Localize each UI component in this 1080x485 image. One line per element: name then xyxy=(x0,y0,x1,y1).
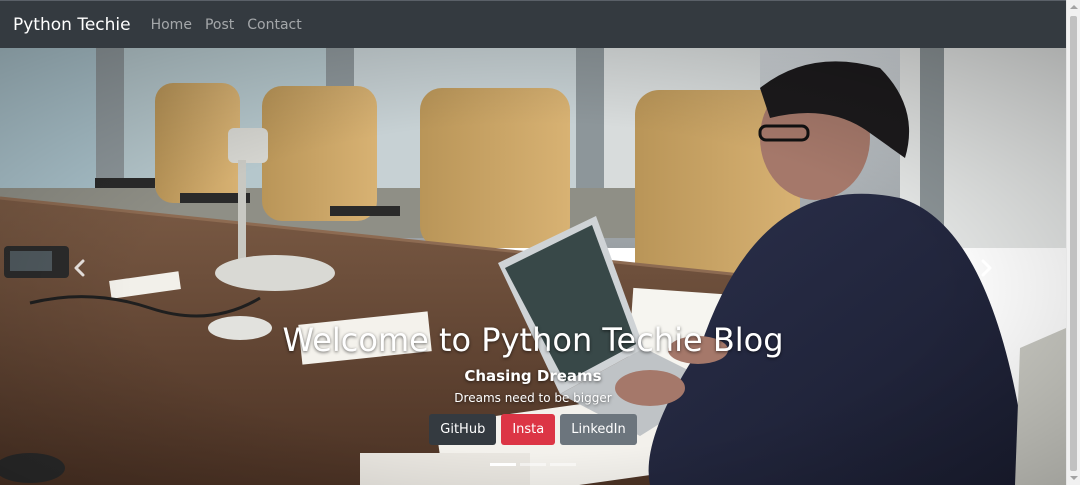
chevron-left-icon xyxy=(74,259,85,277)
carousel-indicator-1[interactable] xyxy=(490,463,516,466)
insta-button[interactable]: Insta xyxy=(501,414,556,445)
scroll-up-icon[interactable] xyxy=(1070,5,1078,9)
carousel-indicators xyxy=(0,463,1066,466)
caption-title: Welcome to Python Techie Blog xyxy=(282,321,784,359)
nav-link-home[interactable]: Home xyxy=(151,17,192,33)
caption-subtitle: Chasing Dreams xyxy=(464,367,602,385)
scroll-down-icon[interactable] xyxy=(1070,476,1078,480)
scroll-thumb[interactable] xyxy=(1070,16,1077,471)
carousel-prev-control[interactable] xyxy=(60,248,100,288)
social-buttons: GitHub Insta LinkedIn xyxy=(0,414,1066,445)
github-button[interactable]: GitHub xyxy=(429,414,497,445)
linkedin-button[interactable]: LinkedIn xyxy=(560,414,637,445)
nav-links: Home Post Contact xyxy=(151,17,315,33)
carousel-next-control[interactable] xyxy=(966,248,1006,288)
hero-carousel: Welcome to Python Techie Blog Chasing Dr… xyxy=(0,48,1066,485)
chevron-right-icon xyxy=(981,259,992,277)
nav-link-post[interactable]: Post xyxy=(205,17,234,33)
navbar: Python Techie Home Post Contact xyxy=(0,0,1066,48)
nav-link-contact[interactable]: Contact xyxy=(247,17,301,33)
carousel-indicator-3[interactable] xyxy=(550,463,576,466)
browser-viewport: Python Techie Home Post Contact Welcome … xyxy=(0,0,1080,485)
carousel-indicator-2[interactable] xyxy=(520,463,546,466)
caption-text: Dreams need to be bigger xyxy=(454,391,612,405)
carousel-caption: Welcome to Python Techie Blog Chasing Dr… xyxy=(0,318,1066,445)
page-scrollbar[interactable] xyxy=(1066,0,1080,485)
navbar-brand[interactable]: Python Techie xyxy=(13,15,131,35)
